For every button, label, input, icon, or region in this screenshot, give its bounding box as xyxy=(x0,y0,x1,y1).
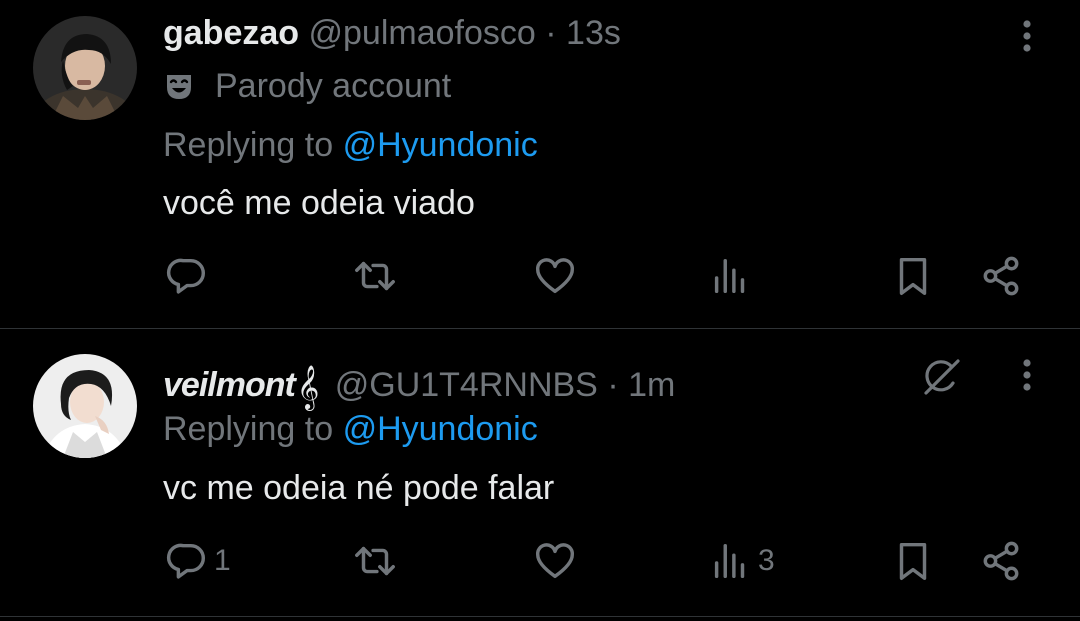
separator-dot: · xyxy=(607,366,619,404)
reply-button[interactable] xyxy=(164,251,214,301)
theater-mask-icon xyxy=(163,70,195,102)
reply-count: 1 xyxy=(214,544,231,577)
share-button[interactable] xyxy=(978,251,1024,301)
parody-label-text: Parody account xyxy=(215,66,452,105)
reply-icon xyxy=(164,538,210,584)
share-icon xyxy=(978,253,1024,299)
avatar[interactable] xyxy=(33,354,137,458)
display-name[interactable]: veilmont xyxy=(163,366,296,404)
action-bar xyxy=(0,251,1080,301)
views-icon xyxy=(708,253,754,299)
user-handle[interactable]: @pulmaofosco xyxy=(309,14,536,52)
share-button[interactable] xyxy=(978,536,1024,586)
bookmark-icon xyxy=(890,253,936,299)
replying-prefix: Replying to xyxy=(163,410,334,448)
mention-link[interactable]: @Hyundonic xyxy=(343,410,538,448)
separator-dot: · xyxy=(545,14,557,52)
like-button[interactable] xyxy=(532,251,582,301)
grok-icon xyxy=(918,359,964,403)
heart-icon xyxy=(532,538,578,584)
replying-to: Replying to @Hyundonic xyxy=(163,125,538,165)
grok-button[interactable] xyxy=(918,353,964,399)
tweet-text: você me odeia viado xyxy=(163,184,475,222)
retweet-icon xyxy=(352,538,398,584)
tweet-header: veilmont𝄞 @GU1T4RNNBS · 1m xyxy=(163,365,675,407)
more-options-button[interactable] xyxy=(1010,355,1044,399)
bookmark-button[interactable] xyxy=(890,536,936,586)
retweet-icon xyxy=(352,253,398,299)
retweet-button[interactable] xyxy=(352,251,402,301)
action-bar: 1 3 xyxy=(0,536,1080,586)
tweet-card[interactable]: veilmont𝄞 @GU1T4RNNBS · 1m Replying to @… xyxy=(0,329,1080,617)
heart-icon xyxy=(532,253,578,299)
display-name[interactable]: gabezao xyxy=(163,14,299,52)
reply-button[interactable]: 1 xyxy=(164,536,231,586)
more-vertical-icon xyxy=(1022,19,1032,58)
bookmark-icon xyxy=(890,538,936,584)
replying-prefix: Replying to xyxy=(163,126,334,164)
user-handle[interactable]: @GU1T4RNNBS xyxy=(335,366,598,404)
more-vertical-icon xyxy=(1022,358,1032,397)
share-icon xyxy=(978,538,1024,584)
avatar[interactable] xyxy=(33,16,137,120)
tweet-card[interactable]: gabezao @pulmaofosco · 13s Parody accoun… xyxy=(0,0,1080,329)
reply-icon xyxy=(164,253,210,299)
parody-label: Parody account xyxy=(163,66,451,106)
bookmark-button[interactable] xyxy=(890,251,936,301)
views-icon xyxy=(708,538,754,584)
views-count: 3 xyxy=(758,544,775,577)
more-options-button[interactable] xyxy=(1010,16,1044,60)
tweet-header: gabezao @pulmaofosco · 13s xyxy=(163,13,621,53)
replying-to: Replying to @Hyundonic xyxy=(163,409,538,449)
timestamp[interactable]: 13s xyxy=(566,14,621,52)
timestamp[interactable]: 1m xyxy=(628,366,675,404)
like-button[interactable] xyxy=(532,536,582,586)
mention-link[interactable]: @Hyundonic xyxy=(343,126,538,164)
tweet-text: vc me odeia né pode falar xyxy=(163,469,555,507)
views-button[interactable] xyxy=(708,251,758,301)
display-name-emoji: 𝄞 xyxy=(296,365,320,409)
views-button[interactable]: 3 xyxy=(708,536,775,586)
retweet-button[interactable] xyxy=(352,536,402,586)
